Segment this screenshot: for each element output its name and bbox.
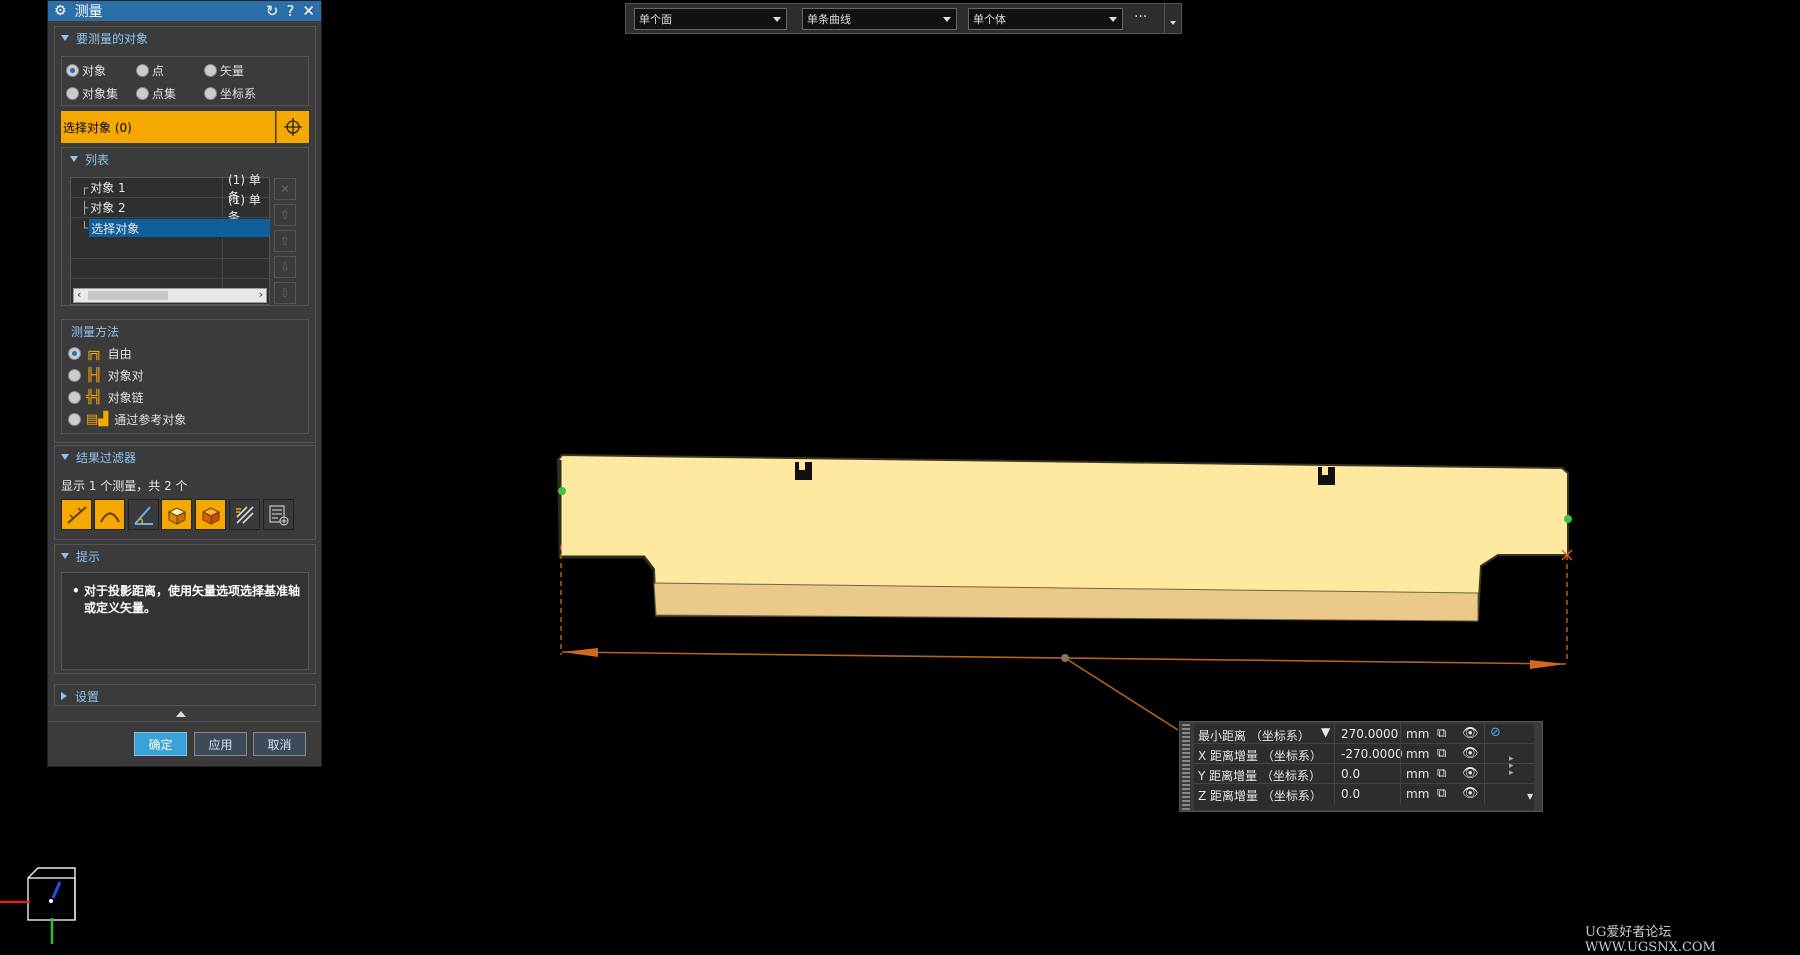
col-divider (1484, 724, 1485, 804)
result-unit: mm (1406, 747, 1430, 761)
result-label: X 距离增量 （坐标系） (1198, 749, 1322, 763)
expand-arrows-icon[interactable]: ▸ ▸ ▸ (1509, 755, 1514, 778)
triad-z-axis (51, 881, 62, 899)
result-label: 最小距离 （坐标系） (1198, 729, 1310, 743)
dimension-arrow-left (562, 648, 598, 657)
result-unit: mm (1406, 767, 1430, 781)
endpoint-right (1564, 515, 1572, 523)
slot-right-inner (1322, 467, 1328, 475)
leader-line (1064, 657, 1179, 731)
view-triad-cube-edges (27, 867, 76, 920)
eye-icon[interactable]: 👁 (1462, 786, 1479, 801)
result-row[interactable]: Z 距离增量 （坐标系） 0.0 mm ⧉ 👁 (1194, 784, 1534, 804)
copy-icon[interactable]: ⧉ (1437, 746, 1446, 761)
measurement-result-panel: 最小距离 （坐标系） ▼ 270.0000 mm ⧉ 👁 ⊘ X 距离增量 （坐… (1179, 721, 1543, 812)
result-row[interactable]: X 距离增量 （坐标系） -270.0000 mm ⧉ 👁 (1194, 744, 1534, 764)
eye-icon[interactable]: 👁 (1462, 766, 1479, 781)
result-table: 最小距离 （坐标系） ▼ 270.0000 mm ⧉ 👁 ⊘ X 距离增量 （坐… (1194, 724, 1534, 810)
endpoint-left (558, 487, 566, 495)
eye-icon[interactable]: 👁 (1462, 726, 1479, 741)
result-row[interactable]: 最小距离 （坐标系） ▼ 270.0000 mm ⧉ 👁 ⊘ (1194, 724, 1534, 744)
copy-icon[interactable]: ⧉ (1437, 766, 1446, 781)
link-icon[interactable]: ⊘ (1490, 725, 1501, 740)
result-value[interactable]: -270.0000 (1341, 747, 1403, 761)
copy-icon[interactable]: ⧉ (1437, 786, 1446, 801)
watermark: UG爱好者论坛 WWW.UGSNX.COM (1585, 925, 1716, 955)
dimension-arrow-right (1530, 660, 1566, 669)
result-value[interactable]: 270.0000 (1341, 727, 1398, 741)
dropdown-triangle-icon[interactable]: ▼ (1321, 725, 1330, 739)
triad-origin (49, 899, 53, 903)
drag-handle[interactable] (1182, 724, 1190, 810)
col-divider (1334, 724, 1335, 804)
copy-icon[interactable]: ⧉ (1437, 726, 1446, 741)
result-row[interactable]: Y 距离增量 （坐标系） 0.0 mm ⧉ 👁 (1194, 764, 1534, 784)
result-label: Z 距离增量 （坐标系） (1198, 789, 1322, 803)
panel-menu-icon[interactable]: ▼ (1527, 792, 1533, 801)
result-unit: mm (1406, 787, 1430, 801)
eye-icon[interactable]: 👁 (1462, 746, 1479, 761)
result-unit: mm (1406, 727, 1430, 741)
result-value[interactable]: 0.0 (1341, 787, 1360, 801)
slot-left-inner (799, 462, 805, 470)
result-value[interactable]: 0.0 (1341, 767, 1360, 781)
view-triad-cube (27, 877, 76, 921)
result-label: Y 距离增量 （坐标系） (1198, 769, 1321, 783)
col-divider (1400, 724, 1401, 804)
